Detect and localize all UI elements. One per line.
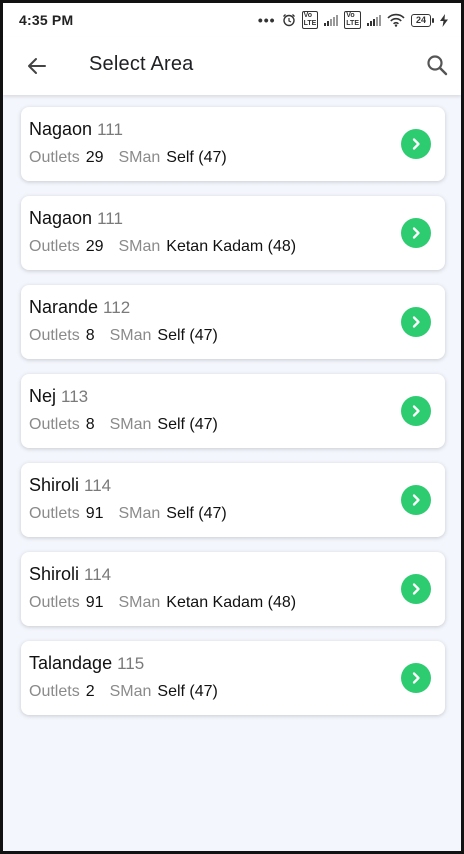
chevron-right-icon[interactable] [401, 574, 431, 604]
area-code: 112 [103, 298, 131, 317]
outlets-label: Outlets [29, 416, 80, 433]
area-meta: Outlets 8 SMan Self (47) [29, 327, 218, 345]
area-meta: Outlets 91 SMan Ketan Kadam (48) [29, 594, 296, 612]
chevron-right-icon[interactable] [401, 218, 431, 248]
area-meta: Outlets 91 SMan Self (47) [29, 505, 227, 523]
chevron-right-icon[interactable] [401, 663, 431, 693]
status-time: 4:35 PM [19, 12, 74, 28]
area-code: 113 [61, 387, 89, 406]
volte-icon-2: Vo LTE [344, 11, 361, 29]
sman-label: SMan [109, 683, 152, 700]
area-name: Shiroli [29, 475, 80, 495]
area-name: Narande [29, 297, 99, 317]
search-icon[interactable] [425, 53, 449, 77]
page-title: Select Area [89, 53, 194, 75]
area-name: Talandage [29, 653, 113, 673]
app-bar: Select Area [3, 37, 461, 95]
area-title: Narande 112 [29, 297, 130, 318]
area-title: Shiroli 114 [29, 564, 111, 585]
battery-level: 24 [410, 13, 431, 27]
outlets-count: 2 [85, 683, 95, 700]
sman-value: Self (47) [157, 327, 218, 344]
area-card[interactable]: Shiroli 114 Outlets 91 SMan Self (47) [21, 463, 445, 537]
sman-label: SMan [118, 149, 161, 166]
sman-label: SMan [109, 416, 152, 433]
area-title: Nej 113 [29, 386, 88, 407]
area-meta: Outlets 8 SMan Self (47) [29, 416, 218, 434]
area-title: Talandage 115 [29, 653, 144, 674]
outlets-count: 91 [85, 505, 104, 522]
area-meta: Outlets 2 SMan Self (47) [29, 683, 218, 701]
chevron-right-icon[interactable] [401, 129, 431, 159]
more-notifications-icon: ••• [257, 12, 276, 28]
back-arrow-icon[interactable] [25, 54, 49, 78]
area-card[interactable]: Narande 112 Outlets 8 SMan Self (47) [21, 285, 445, 359]
sman-value: Ketan Kadam (48) [166, 594, 297, 611]
area-list: Nagaon 111 Outlets 29 SMan Self (47) Nagaon 1… [21, 107, 445, 730]
status-icons: ••• Vo LTE Vo LTE 24 [258, 11, 448, 29]
area-card[interactable]: Talandage 115 Outlets 2 SMan Self (47) [21, 641, 445, 715]
area-meta: Outlets 29 SMan Ketan Kadam (48) [29, 238, 296, 256]
area-meta: Outlets 29 SMan Self (47) [29, 149, 227, 167]
area-card[interactable]: Shiroli 114 Outlets 91 SMan Ketan Kadam (48) [21, 552, 445, 626]
outlets-count: 29 [85, 238, 104, 255]
area-card[interactable]: Nagaon 111 Outlets 29 SMan Ketan Kadam (48) [21, 196, 445, 270]
battery-icon: 24 [410, 13, 434, 27]
chevron-right-icon[interactable] [401, 307, 431, 337]
outlets-count: 8 [85, 327, 95, 344]
area-card[interactable]: Nej 113 Outlets 8 SMan Self (47) [21, 374, 445, 448]
outlets-label: Outlets [29, 505, 80, 522]
signal-icon [324, 14, 339, 26]
area-name: Nagaon [29, 119, 93, 139]
signal-icon-2 [366, 14, 381, 26]
area-name: Nej [29, 386, 57, 406]
area-title: Shiroli 114 [29, 475, 111, 496]
sman-label: SMan [109, 327, 152, 344]
area-card[interactable]: Nagaon 111 Outlets 29 SMan Self (47) [21, 107, 445, 181]
area-code: 115 [117, 654, 145, 673]
status-bar: 4:35 PM ••• Vo LTE Vo LTE 24 [3, 3, 461, 37]
charging-icon [440, 13, 448, 27]
area-title: Nagaon 111 [29, 119, 123, 140]
sman-value: Ketan Kadam (48) [166, 238, 297, 255]
area-code: 114 [84, 565, 112, 584]
area-code: 111 [97, 120, 123, 139]
outlets-count: 91 [85, 594, 104, 611]
sman-value: Self (47) [157, 683, 218, 700]
sman-label: SMan [118, 505, 161, 522]
chevron-right-icon[interactable] [401, 485, 431, 515]
area-code: 111 [97, 209, 123, 228]
outlets-label: Outlets [29, 149, 80, 166]
wifi-icon [387, 13, 405, 27]
area-code: 114 [84, 476, 112, 495]
area-title: Nagaon 111 [29, 208, 123, 229]
outlets-label: Outlets [29, 238, 80, 255]
alarm-icon [282, 13, 296, 27]
sman-value: Self (47) [166, 149, 227, 166]
sman-value: Self (47) [166, 505, 227, 522]
area-name: Nagaon [29, 208, 93, 228]
outlets-label: Outlets [29, 327, 80, 344]
area-name: Shiroli [29, 564, 80, 584]
outlets-label: Outlets [29, 683, 80, 700]
phone-screen: 4:35 PM ••• Vo LTE Vo LTE 24 Select Area… [0, 0, 464, 854]
outlets-label: Outlets [29, 594, 80, 611]
outlets-count: 29 [85, 149, 104, 166]
volte-icon: Vo LTE [301, 11, 319, 29]
chevron-right-icon[interactable] [401, 396, 431, 426]
sman-label: SMan [118, 238, 161, 255]
sman-label: SMan [118, 594, 161, 611]
outlets-count: 8 [85, 416, 95, 433]
sman-value: Self (47) [157, 416, 218, 433]
